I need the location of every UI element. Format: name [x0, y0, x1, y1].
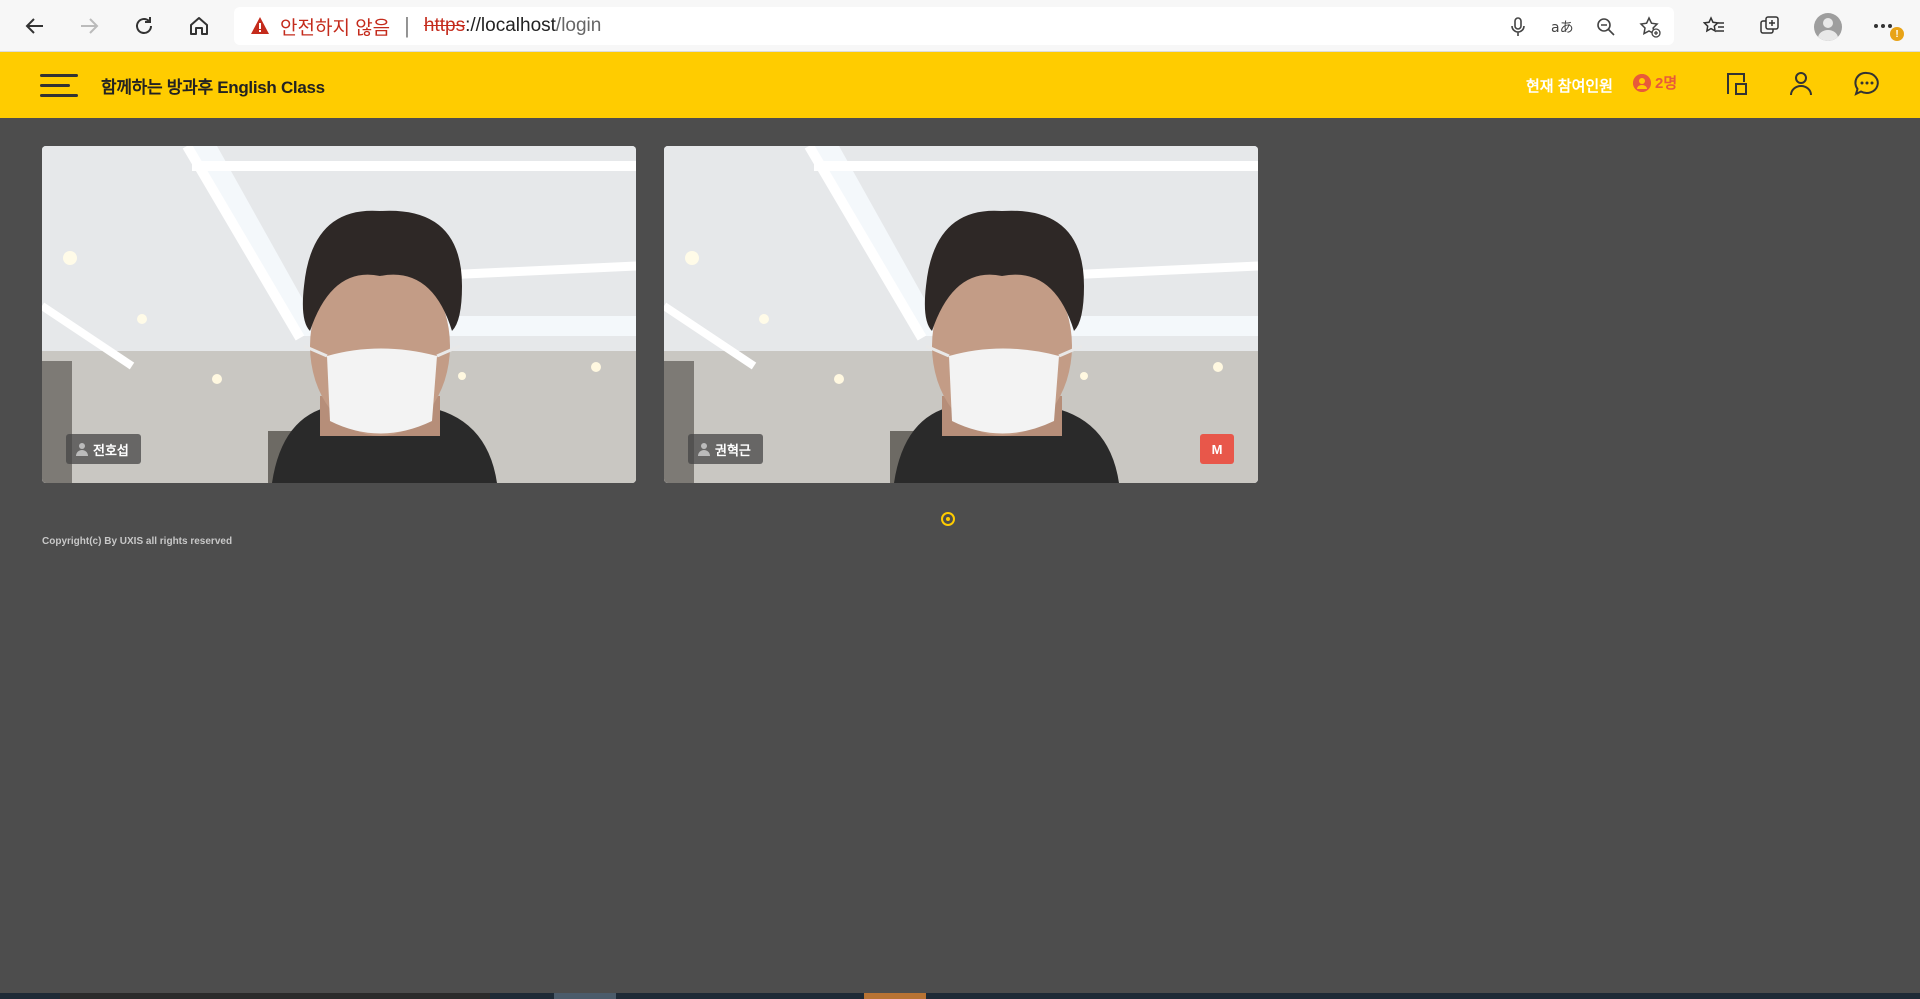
- arrow-right-icon: [81, 18, 99, 34]
- address-separator: |: [404, 13, 410, 38]
- ellipsis-icon: [1874, 24, 1892, 28]
- user-icon[interactable]: [1785, 68, 1817, 100]
- microphone-icon[interactable]: [1506, 15, 1530, 39]
- video-tile[interactable]: 권혁근 M: [664, 146, 1258, 483]
- reload-button[interactable]: [127, 9, 161, 43]
- person-icon: [1633, 73, 1651, 92]
- app-title: 함께하는 방과후 English Class: [101, 78, 325, 97]
- participant-name-tag: 권혁근: [688, 434, 763, 464]
- pager-indicator[interactable]: [941, 512, 955, 526]
- favorites-icon[interactable]: [1697, 9, 1731, 43]
- svg-text:aあ: aあ: [1551, 20, 1573, 36]
- url-scheme: https: [423, 15, 466, 36]
- participant-name: 전호섭: [93, 442, 129, 458]
- taskbar: [0, 993, 1920, 999]
- participants-count-value: 2명: [1655, 75, 1678, 92]
- forward-button[interactable]: [72, 9, 106, 43]
- url-path: /login: [555, 15, 602, 36]
- arrow-left-icon: [25, 18, 43, 34]
- participant-name: 권혁근: [715, 442, 751, 458]
- person-icon: [76, 443, 88, 456]
- update-badge-icon: !: [1890, 27, 1904, 41]
- add-favorite-icon[interactable]: [1638, 15, 1662, 39]
- video-tile[interactable]: 전호섭: [42, 146, 636, 483]
- moderator-badge: M: [1200, 434, 1234, 464]
- chat-icon[interactable]: [1851, 68, 1883, 100]
- zoom-out-icon[interactable]: [1594, 15, 1618, 39]
- video-feed: [42, 146, 636, 483]
- home-icon: [190, 17, 208, 35]
- browser-toolbar: 안전하지 않음 | https://localhost/login aあ !: [0, 0, 1920, 52]
- refresh-icon: [136, 17, 152, 34]
- participants-count[interactable]: 2명: [1633, 72, 1677, 93]
- participants-label: 현재 참여인원: [1526, 78, 1613, 95]
- copyright-text: Copyright(c) By UXIS all rights reserved: [42, 536, 233, 547]
- video-feed: [664, 146, 1258, 483]
- person-icon: [698, 443, 710, 456]
- translate-icon[interactable]: aあ: [1550, 15, 1574, 39]
- profile-avatar[interactable]: [1814, 13, 1842, 41]
- address-bar[interactable]: 안전하지 않음 | https://localhost/login aあ: [234, 7, 1674, 45]
- app-header: 함께하는 방과후 English Class 현재 참여인원 2명: [0, 52, 1920, 118]
- collections-icon[interactable]: [1753, 9, 1787, 43]
- url-host: ://localhost: [465, 15, 556, 36]
- home-button[interactable]: [182, 9, 216, 43]
- menu-icon[interactable]: [40, 72, 78, 100]
- back-button[interactable]: [18, 9, 52, 43]
- screen-share-icon[interactable]: [1721, 68, 1753, 100]
- security-warning-text[interactable]: 안전하지 않음: [280, 13, 390, 40]
- warning-icon: [251, 17, 269, 34]
- participant-name-tag: 전호섭: [66, 434, 141, 464]
